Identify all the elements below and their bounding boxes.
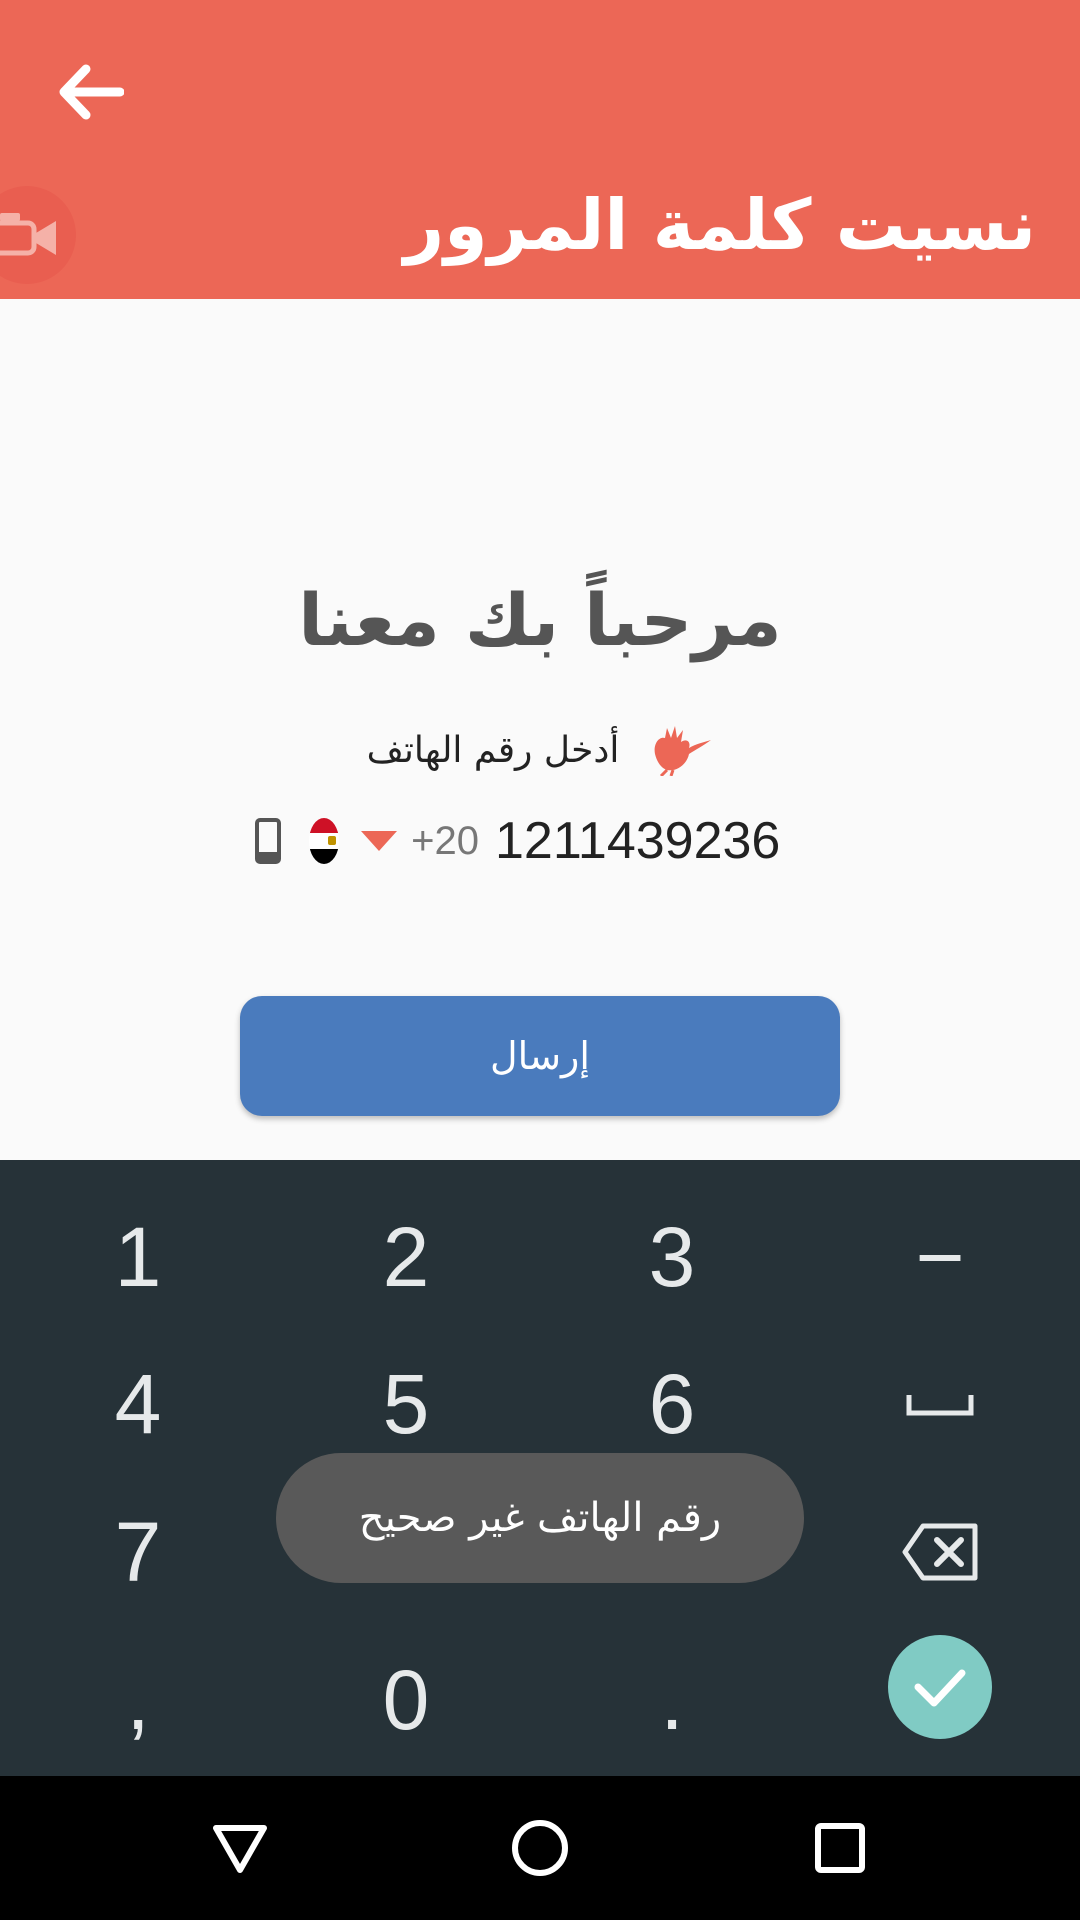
key-3[interactable]: 3 [582,1187,762,1327]
back-button[interactable] [48,50,132,134]
key-period[interactable]: . [582,1630,762,1770]
triangle-back-icon [213,1825,267,1873]
mobile-phone-icon [255,815,281,867]
egypt-flag-icon[interactable] [309,818,340,864]
phone-number-input[interactable] [495,811,815,871]
space-icon [906,1395,974,1416]
app-header: نسيت كلمة المرور [0,0,1080,299]
square-recents-icon [815,1823,865,1873]
phone-hint-row: أدخل رقم الهاتف [0,720,1080,780]
nav-home-button[interactable] [490,1798,590,1898]
page-title: نسيت كلمة المرور [403,184,1036,266]
country-dropdown-arrow-icon[interactable] [361,831,398,851]
key-dash[interactable]: − [850,1187,1030,1327]
welcome-heading: مرحباً بك معنا [298,578,782,662]
circle-home-icon [512,1820,568,1876]
system-nav-bar [0,1776,1080,1920]
key-2[interactable]: 2 [316,1187,496,1327]
country-code[interactable]: +20 [411,819,479,864]
key-done[interactable] [888,1635,992,1739]
nav-recents-button[interactable] [790,1798,890,1898]
check-icon [914,1669,966,1707]
phone-input-row: +20 [255,806,815,876]
arrow-left-icon [59,64,124,120]
key-comma[interactable]: , [48,1630,228,1770]
key-0[interactable]: 0 [316,1630,496,1770]
key-7[interactable]: 7 [48,1482,228,1622]
error-toast: رقم الهاتف غير صحيح [276,1453,804,1583]
key-1[interactable]: 1 [48,1187,228,1327]
key-4[interactable]: 4 [48,1334,228,1474]
nav-back-button[interactable] [190,1798,290,1898]
backspace-icon [902,1523,978,1581]
key-space[interactable] [850,1334,1030,1474]
send-button[interactable]: إرسال [240,996,840,1116]
hummingbird-hand-logo-icon [655,726,712,776]
phone-hint-label: أدخل رقم الهاتف [366,729,620,771]
video-record-icon [0,213,56,256]
key-backspace[interactable] [850,1482,1030,1622]
screen-record-button[interactable] [0,186,76,284]
